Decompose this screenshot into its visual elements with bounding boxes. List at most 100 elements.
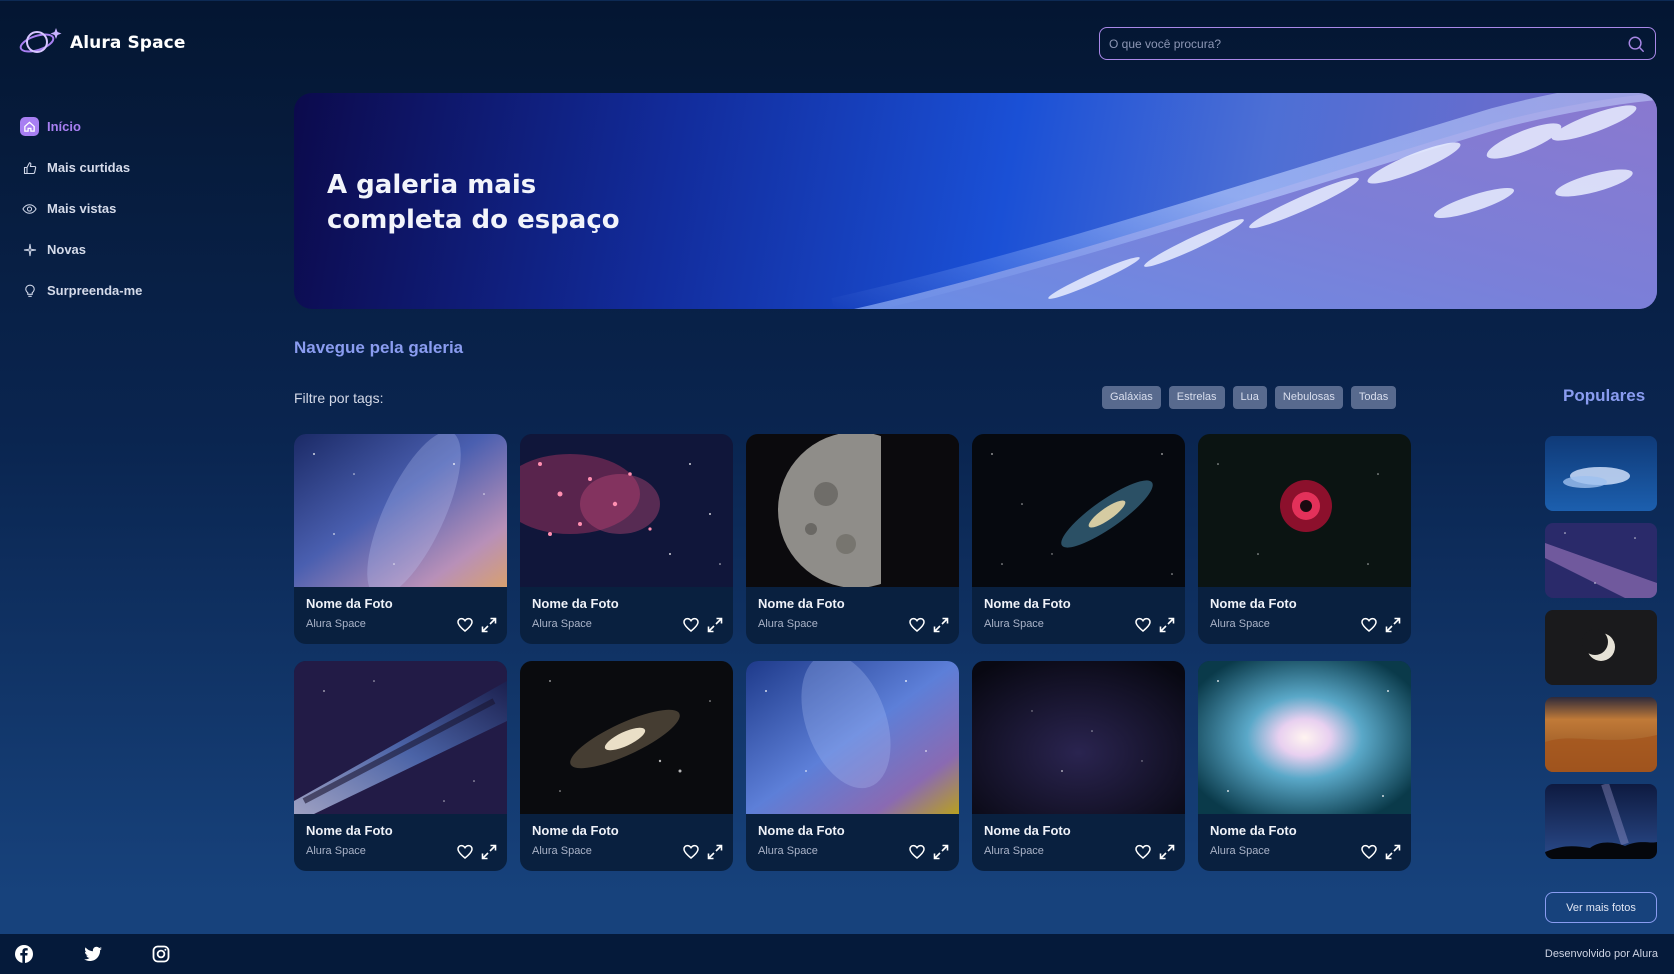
photo-title: Nome da Foto bbox=[984, 823, 1071, 838]
sidebar-item-label: Mais curtidas bbox=[47, 160, 131, 175]
sidebar-item-surpreenda-me[interactable]: Surpreenda-me bbox=[20, 270, 240, 311]
photo-card[interactable]: Nome da Foto Alura Space bbox=[294, 434, 507, 644]
heart-icon[interactable] bbox=[909, 617, 925, 633]
heart-icon[interactable] bbox=[1135, 844, 1151, 860]
andromeda-galaxy-photo bbox=[972, 434, 1185, 587]
eye-icon bbox=[20, 199, 39, 218]
sidebar-item-mais-vistas[interactable]: Mais vistas bbox=[20, 188, 240, 229]
milky-way-band-photo bbox=[294, 661, 507, 814]
sidebar-item-label: Surpreenda-me bbox=[47, 283, 143, 298]
tag-nebulosas[interactable]: Nebulosas bbox=[1274, 386, 1343, 409]
sidebar-item-mais-curtidas[interactable]: Mais curtidas bbox=[20, 147, 240, 188]
milky-way-photo bbox=[1545, 523, 1657, 598]
photo-card[interactable]: Nome da Foto Alura Space bbox=[972, 434, 1185, 644]
search-bar[interactable] bbox=[1099, 27, 1656, 60]
photo-card[interactable]: Nome da Foto Alura Space bbox=[520, 434, 733, 644]
tag-filter-list: Galáxias Estrelas Lua Nebulosas Todas bbox=[1102, 386, 1397, 409]
top-border bbox=[0, 0, 1674, 1]
sidebar-item-label: Início bbox=[47, 119, 81, 134]
desert-dunes-photo bbox=[1545, 697, 1657, 772]
expand-icon[interactable] bbox=[1159, 617, 1175, 633]
footer-credit: Desenvolvido por Alura bbox=[1544, 948, 1658, 960]
photo-title: Nome da Foto bbox=[984, 596, 1071, 611]
filter-label: Filtre por tags: bbox=[294, 390, 384, 406]
expand-icon[interactable] bbox=[481, 617, 497, 633]
expand-icon[interactable] bbox=[1385, 844, 1401, 860]
photo-card[interactable]: Nome da Foto Alura Space bbox=[1198, 434, 1411, 644]
popular-photo[interactable] bbox=[1545, 697, 1657, 772]
popular-photo[interactable] bbox=[1545, 610, 1657, 685]
expand-icon[interactable] bbox=[707, 617, 723, 633]
thumbs-up-icon bbox=[20, 158, 39, 177]
expand-icon[interactable] bbox=[933, 844, 949, 860]
photo-card[interactable]: Nome da Foto Alura Space bbox=[746, 434, 959, 644]
night-sky-trees-photo bbox=[1545, 784, 1657, 859]
expand-icon[interactable] bbox=[707, 844, 723, 860]
lightbulb-icon bbox=[20, 281, 39, 300]
planet-logo-icon bbox=[19, 28, 62, 53]
photo-title: Nome da Foto bbox=[532, 823, 619, 838]
search-input[interactable] bbox=[1100, 28, 1627, 59]
facebook-icon[interactable] bbox=[14, 944, 34, 964]
blue-clouds-photo bbox=[1545, 436, 1657, 511]
photo-card[interactable]: Nome da Foto Alura Space bbox=[972, 661, 1185, 871]
gallery-grid: Nome da Foto Alura Space Nome da Foto Al… bbox=[294, 434, 1411, 871]
gallery-section-title: Navegue pela galeria bbox=[294, 338, 464, 357]
heart-icon[interactable] bbox=[683, 617, 699, 633]
heart-icon[interactable] bbox=[1361, 617, 1377, 633]
tag-lua[interactable]: Lua bbox=[1232, 386, 1267, 409]
banner-title: A galeria mais completa do espaço bbox=[327, 170, 620, 235]
photo-title: Nome da Foto bbox=[532, 596, 619, 611]
tag-estrelas[interactable]: Estrelas bbox=[1168, 386, 1225, 409]
popular-photo[interactable] bbox=[1545, 784, 1657, 859]
search-icon[interactable] bbox=[1627, 35, 1645, 53]
heart-icon[interactable] bbox=[909, 844, 925, 860]
rosette-nebula-photo bbox=[1198, 434, 1411, 587]
popular-photo[interactable] bbox=[1545, 523, 1657, 598]
photo-title: Nome da Foto bbox=[758, 823, 845, 838]
crescent-moon-photo bbox=[1545, 610, 1657, 685]
footer: Desenvolvido por Alura bbox=[0, 934, 1674, 974]
photo-card[interactable]: Nome da Foto Alura Space bbox=[294, 661, 507, 871]
see-more-photos-button[interactable]: Ver mais fotos bbox=[1545, 892, 1657, 923]
photo-card[interactable]: Nome da Foto Alura Space bbox=[746, 661, 959, 871]
sparkle-icon bbox=[20, 240, 39, 259]
moon-photo bbox=[746, 434, 959, 587]
twitter-icon[interactable] bbox=[83, 944, 103, 964]
nebula-colors-photo bbox=[746, 661, 959, 814]
star-cluster-photo bbox=[520, 434, 733, 587]
logo[interactable]: Alura Space bbox=[16, 26, 185, 60]
deep-space-photo bbox=[972, 661, 1185, 814]
sidebar-item-label: Novas bbox=[47, 242, 87, 257]
hero-banner: A galeria mais completa do espaço bbox=[294, 93, 1657, 309]
photo-card[interactable]: Nome da Foto Alura Space bbox=[1198, 661, 1411, 871]
milky-way-photo bbox=[294, 434, 507, 587]
tag-galaxias[interactable]: Galáxias bbox=[1102, 386, 1161, 409]
sidebar-item-inicio[interactable]: Início bbox=[20, 106, 240, 147]
heart-icon[interactable] bbox=[1135, 617, 1151, 633]
spiral-galaxy-photo bbox=[520, 661, 733, 814]
photo-card[interactable]: Nome da Foto Alura Space bbox=[520, 661, 733, 871]
heart-icon[interactable] bbox=[457, 844, 473, 860]
home-icon bbox=[20, 117, 39, 136]
sidebar-item-novas[interactable]: Novas bbox=[20, 229, 240, 270]
brand-name: Alura Space bbox=[70, 33, 186, 53]
popular-list bbox=[1545, 436, 1657, 859]
expand-icon[interactable] bbox=[933, 617, 949, 633]
expand-icon[interactable] bbox=[1159, 844, 1175, 860]
photo-title: Nome da Foto bbox=[1210, 596, 1297, 611]
expand-icon[interactable] bbox=[1385, 617, 1401, 633]
instagram-icon[interactable] bbox=[151, 944, 171, 964]
popular-title: Populares bbox=[1563, 386, 1646, 405]
tag-todas[interactable]: Todas bbox=[1350, 386, 1397, 409]
heart-icon[interactable] bbox=[1361, 844, 1377, 860]
photo-title: Nome da Foto bbox=[1210, 823, 1297, 838]
glowing-star-photo bbox=[1198, 661, 1411, 814]
heart-icon[interactable] bbox=[683, 844, 699, 860]
expand-icon[interactable] bbox=[481, 844, 497, 860]
heart-icon[interactable] bbox=[457, 617, 473, 633]
popular-photo[interactable] bbox=[1545, 436, 1657, 511]
photo-title: Nome da Foto bbox=[306, 596, 393, 611]
sidebar-item-label: Mais vistas bbox=[47, 201, 117, 216]
photo-title: Nome da Foto bbox=[306, 823, 393, 838]
